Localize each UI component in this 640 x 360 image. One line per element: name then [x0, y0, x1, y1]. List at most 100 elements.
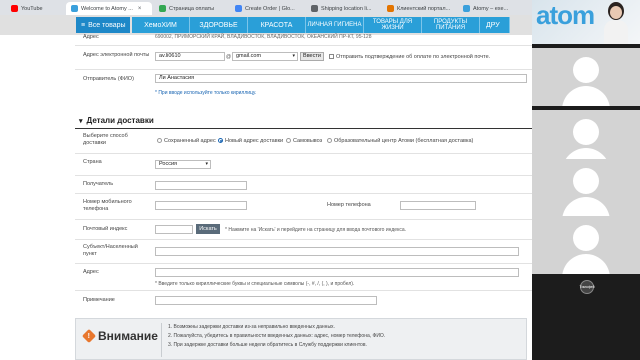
browser-tab-atomy[interactable]: Welcome to Atomy ... × — [66, 2, 152, 15]
page-favicon-icon — [235, 5, 242, 12]
country-value: Россия — [159, 161, 178, 167]
nav-item-hemohim[interactable]: ХемоХИМ — [132, 17, 190, 33]
browser-tab-client-portal[interactable]: Клиентский портал... — [382, 2, 456, 15]
locality-input[interactable] — [155, 247, 519, 256]
warning-title-text: Внимание — [98, 329, 158, 343]
phone-input[interactable] — [400, 201, 476, 210]
warning-title: ! Внимание — [81, 328, 158, 344]
nav-item-food[interactable]: ПРОДУКТЫ ПИТАНИЯ — [422, 17, 480, 33]
presenter-avatar — [604, 2, 628, 44]
locality-label: Субъект/Населенный пункт — [83, 244, 138, 258]
browser-tab-atomy-2[interactable]: Atomy – exe... — [458, 2, 514, 15]
browser-tab-strip: YouTube Welcome to Atomy ... × Страница … — [0, 0, 532, 15]
radio-new-address[interactable] — [218, 138, 223, 143]
recipient-input[interactable] — [155, 181, 247, 190]
new-address-label: Новый адрес доставки — [225, 138, 284, 144]
warning-item: 2. Пожалуйста, убедитесь в правильности … — [168, 333, 386, 339]
browser-tab-payment[interactable]: Страница оплаты — [154, 2, 228, 15]
tab-title: Welcome to Atomy ... — [81, 5, 133, 12]
recipient-label: Получатель — [83, 181, 114, 187]
address-row: Адрес * Введите только кириллические бук… — [75, 263, 532, 290]
mobile-phone-label: Номер мобильного телефона — [83, 199, 132, 213]
email-domain-select[interactable]: gmail.com ▾ — [232, 52, 298, 61]
menu-icon: ≡ — [81, 21, 86, 29]
country-select[interactable]: Россия ▾ — [155, 160, 211, 169]
nav-item-beauty[interactable]: КРАСОТА — [248, 17, 306, 33]
checkout-form: Адрес 690002, ПРИМОРСКИЙ КРАЙ, ВЛАДИВОСТ… — [75, 33, 532, 360]
email-row: Адрес электронной почты av.li0610 @ gmai… — [75, 45, 532, 69]
close-tab-icon[interactable]: × — [138, 6, 142, 12]
warning-item: 1. Возможны задержки доставки из-за непр… — [168, 324, 335, 330]
atomy-favicon-icon — [71, 5, 78, 12]
warning-list: 1. Возможны задержки доставки из-за непр… — [168, 323, 385, 350]
pickup-label: Самовывоз — [293, 138, 323, 144]
category-menu: ХемоХИМ ЗДОРОВЬЕ КРАСОТА ЛИЧНАЯ ГИГИЕНА … — [132, 17, 510, 33]
user-placeholder-icon — [573, 225, 599, 251]
radio-education-center[interactable] — [327, 138, 332, 143]
country-row: Страна Россия ▾ — [75, 153, 532, 175]
postcode-input[interactable] — [155, 225, 193, 234]
saved-address-label: Сохраненный адрес — [164, 138, 216, 144]
radio-saved-address[interactable] — [157, 138, 162, 143]
chevron-down-icon: ▾ — [292, 53, 295, 59]
nav-item-home-goods[interactable]: ТОВАРЫ ДЛЯ ЖИЗНИ — [364, 17, 422, 33]
address-input[interactable] — [155, 268, 519, 277]
email-confirm-checkbox[interactable] — [329, 54, 334, 59]
phone-row: Номер мобильного телефона Номер телефона — [75, 193, 532, 219]
sender-name-label: Отправитель (ФИО) — [83, 76, 134, 82]
collapse-toggle-icon[interactable]: ▾ — [79, 117, 83, 125]
all-goods-label: Все товары — [88, 21, 126, 29]
tab-title: Клиентский портал... — [397, 5, 451, 12]
education-center-label: Образовательный центр Атоми (бесплатная … — [334, 138, 474, 144]
tab-title: Atomy – exe... — [473, 5, 509, 12]
participant-tile[interactable] — [532, 159, 640, 217]
all-goods-button[interactable]: ≡ Все товары — [76, 17, 130, 33]
recipient-row: Получатель — [75, 175, 532, 193]
email-at-sign: @ — [226, 54, 232, 60]
note-input[interactable] — [155, 296, 377, 305]
page-favicon-icon — [159, 5, 166, 12]
sender-name-input[interactable]: Ли Анастасия — [155, 74, 527, 83]
presenter-video: atom — [532, 0, 640, 44]
postcode-row: Почтовый индекс Искать * Нажмите на 'Иск… — [75, 219, 532, 239]
youtube-favicon-icon — [11, 5, 18, 12]
address-label: Адрес — [83, 269, 99, 275]
mobile-phone-input[interactable] — [155, 201, 247, 210]
email-user-input[interactable]: av.li0610 — [155, 52, 225, 61]
video-call-panel: atom — [532, 0, 640, 360]
warning-icon: ! — [81, 328, 97, 344]
page-favicon-icon — [311, 5, 318, 12]
nav-item-other[interactable]: ДРУ — [480, 17, 510, 33]
warning-divider — [161, 323, 162, 357]
enter-email-button[interactable]: Ввести — [300, 52, 324, 61]
radio-pickup[interactable] — [286, 138, 291, 143]
cyrillic-note: * При вводе используйте только кириллицу… — [155, 90, 257, 96]
sender-address-value: 690002, ПРИМОРСКИЙ КРАЙ, ВЛАДИВОСТОК, ВЛ… — [155, 34, 372, 40]
warning-box: ! Внимание 1. Возможны задержки доставки… — [75, 318, 527, 360]
sender-address-label: Адрес — [83, 34, 99, 40]
nav-item-health[interactable]: ЗДОРОВЬЕ — [190, 17, 248, 33]
nav-item-hygiene[interactable]: ЛИЧНАЯ ГИГИЕНА — [306, 17, 364, 33]
country-label: Страна — [83, 159, 102, 165]
tab-title: YouTube — [21, 5, 43, 12]
user-placeholder-icon — [573, 57, 599, 83]
sender-address-row: Адрес 690002, ПРИМОРСКИЙ КРАЙ, ВЛАДИВОСТ… — [75, 33, 532, 45]
email-domain-value: gmail.com — [236, 53, 262, 59]
delivery-section-title: ▾ Детали доставки — [79, 116, 154, 125]
participant-tile[interactable] — [532, 216, 640, 274]
warning-item: 3. При задержке доставки больше недели о… — [168, 342, 367, 348]
note-row: Примечание — [75, 290, 532, 310]
email-label: Адрес электронной почты — [83, 52, 150, 58]
participant-name-badge: Тимофей — [579, 280, 595, 294]
participant-tile[interactable] — [532, 48, 640, 106]
postcode-hint: * Нажмите на 'Искать' и перейдите на стр… — [225, 227, 406, 233]
browser-tab-youtube[interactable]: YouTube — [6, 2, 64, 15]
browser-tab-create-order[interactable]: Create Order | Glo... — [230, 2, 304, 15]
page-favicon-icon — [387, 5, 394, 12]
delivery-title-text: Детали доставки — [86, 116, 154, 125]
postcode-search-button[interactable]: Искать — [196, 224, 220, 234]
site-navbar: ≡ Все товары ХемоХИМ ЗДОРОВЬЕ КРАСОТА ЛИ… — [0, 15, 532, 35]
tab-title: Страница оплаты — [169, 5, 215, 12]
browser-tab-shipping[interactable]: Shipping location li... — [306, 2, 380, 15]
address-hint: * Введите только кириллические буквы и с… — [155, 281, 355, 287]
